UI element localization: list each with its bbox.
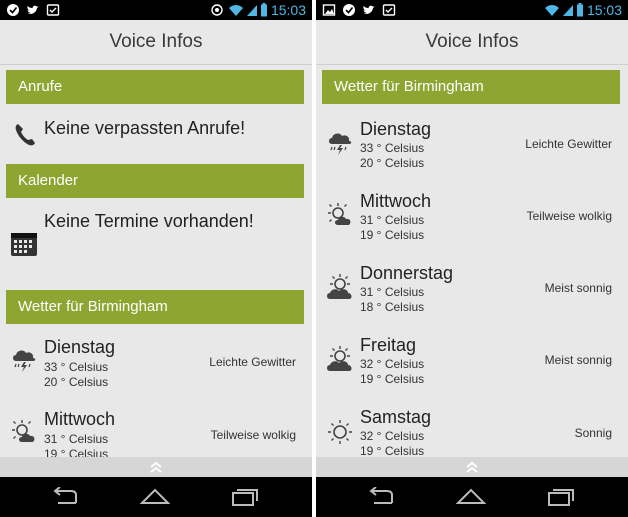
inbox-notification-icon <box>46 4 60 16</box>
expand-handle[interactable] <box>316 457 628 477</box>
status-bar: 15:03 <box>0 0 312 20</box>
weather-low-temp: 20 ° Celsius <box>44 375 109 389</box>
weather-high-temp: 32 ° Celsius <box>360 357 425 371</box>
right-phone-screen: 15:03 Voice Infos Wetter für Birmingham … <box>316 0 628 517</box>
weather-day-name: Dienstag <box>44 337 116 357</box>
expand-handle[interactable] <box>0 457 312 477</box>
weather-high-temp: 33 ° Celsius <box>44 360 109 374</box>
left-phone-screen: 15:03 Voice Infos Anrufe Keine verpasste… <box>0 0 312 517</box>
weather-low-temp: 19 ° Celsius <box>360 228 425 242</box>
weather-condition: Meist sonnig <box>544 281 612 295</box>
checkmark-notification-icon <box>7 4 19 16</box>
info-list[interactable]: Anrufe Keine verpassten Anrufe! Kalender… <box>0 65 312 457</box>
weather-condition: Sonnig <box>574 426 612 440</box>
weather-low-temp: 18 ° Celsius <box>360 300 425 314</box>
weather-section-header: Wetter für Birmingham <box>322 70 620 104</box>
back-button[interactable] <box>366 487 396 507</box>
thunderstorm-icon <box>329 133 352 155</box>
signal-icon <box>247 5 257 16</box>
weather-high-temp: 31 ° Celsius <box>360 213 425 227</box>
calendar-section-header: Kalender <box>6 164 304 198</box>
inbox-notification-icon <box>382 4 396 16</box>
home-button[interactable] <box>140 487 170 507</box>
calls-section-header: Anrufe <box>6 70 304 104</box>
phone-icon <box>15 124 35 146</box>
twitter-notification-icon <box>363 5 375 14</box>
recent-apps-button[interactable] <box>546 487 576 507</box>
weather-day-name: Donnerstag <box>360 263 454 283</box>
sunny-icon <box>328 420 352 444</box>
weather-day-name: Samstag <box>360 407 432 427</box>
weather-day-name: Mittwoch <box>360 191 432 211</box>
weather-low-temp: 20 ° Celsius <box>360 156 425 170</box>
calendar-icon <box>11 233 37 256</box>
weather-high-temp: 31 ° Celsius <box>360 285 425 299</box>
calendar-message: Keine Termine vorhanden! <box>44 211 254 231</box>
checkmark-notification-icon <box>343 4 355 16</box>
weather-condition: Teilweise wolkig <box>210 428 296 442</box>
recent-apps-button[interactable] <box>230 487 260 507</box>
weather-low-temp: 19 ° Celsius <box>44 447 109 457</box>
weather-low-temp: 19 ° Celsius <box>360 444 425 457</box>
weather-high-temp: 33 ° Celsius <box>360 141 425 155</box>
navigation-bar <box>316 477 628 517</box>
weather-high-temp: 31 ° Celsius <box>44 432 109 446</box>
back-button[interactable] <box>50 487 80 507</box>
weather-low-temp: 19 ° Celsius <box>360 372 425 386</box>
navigation-bar <box>0 477 312 517</box>
clock: 15:03 <box>270 2 306 18</box>
weather-condition: Leichte Gewitter <box>209 355 296 369</box>
wifi-icon <box>229 5 243 16</box>
twitter-notification-icon <box>27 5 39 14</box>
partly-cloudy-icon <box>12 420 35 442</box>
double-chevron-up-icon <box>150 461 162 473</box>
weather-condition: Teilweise wolkig <box>526 209 612 223</box>
mostly-sunny-icon <box>327 346 352 371</box>
weather-day-name: Freitag <box>360 335 417 355</box>
app-title: Voice Infos <box>109 31 203 52</box>
signal-icon <box>563 5 573 16</box>
wifi-icon <box>545 5 559 16</box>
weather-section-header: Wetter für Birmingham <box>6 290 304 324</box>
sync-icon <box>211 4 223 16</box>
gallery-notification-icon <box>322 4 336 16</box>
home-button[interactable] <box>456 487 486 507</box>
double-chevron-up-icon <box>466 461 478 473</box>
weather-high-temp: 32 ° Celsius <box>360 429 425 443</box>
battery-icon <box>261 3 267 17</box>
partly-cloudy-icon <box>328 203 351 225</box>
weather-day-name: Dienstag <box>360 119 432 139</box>
weather-condition: Meist sonnig <box>544 353 612 367</box>
battery-icon <box>577 3 583 17</box>
weather-condition: Leichte Gewitter <box>525 137 612 151</box>
clock: 15:03 <box>586 2 622 18</box>
status-bar: 15:03 <box>316 0 628 20</box>
calls-message: Keine verpassten Anrufe! <box>44 118 246 138</box>
thunderstorm-icon <box>13 350 36 372</box>
action-bar: Voice Infos <box>316 20 628 65</box>
mostly-sunny-icon <box>327 274 352 299</box>
app-title: Voice Infos <box>425 31 519 52</box>
info-list[interactable]: Wetter für Birmingham Dienstag 33 ° Cels… <box>316 65 628 457</box>
action-bar: Voice Infos <box>0 20 312 65</box>
weather-day-name: Mittwoch <box>44 409 116 429</box>
